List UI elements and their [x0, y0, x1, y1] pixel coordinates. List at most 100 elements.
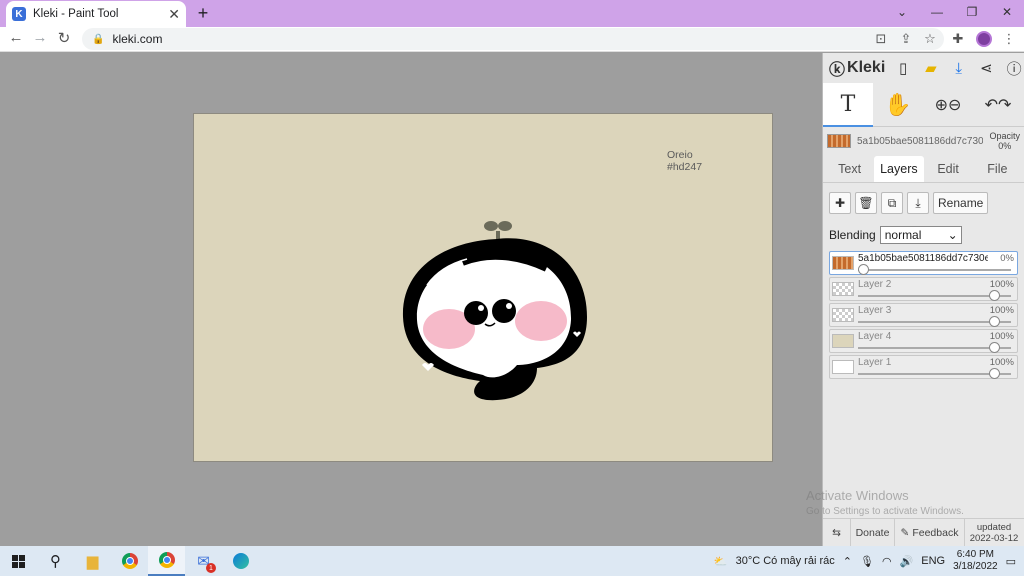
- signature-line2: #hd247: [667, 161, 703, 173]
- layer-list: 5a1b05bae5081186dd7c730e 0% Layer 2 100% Lay…: [823, 251, 1024, 379]
- layer-row[interactable]: Layer 1 100%: [829, 355, 1018, 379]
- drawing-canvas[interactable]: Oreio #hd247: [193, 113, 773, 462]
- layer-opacity-knob[interactable]: [989, 316, 1000, 327]
- layer-row[interactable]: Layer 2 100%: [829, 277, 1018, 301]
- drawing-workspace[interactable]: Oreio #hd247: [0, 53, 822, 546]
- tab-title: Kleki - Paint Tool: [33, 8, 119, 20]
- layer-row[interactable]: Layer 4 100%: [829, 329, 1018, 353]
- swap-side-icon[interactable]: ⇆: [823, 518, 851, 547]
- feedback-label: Feedback: [912, 526, 959, 539]
- tab-close-icon[interactable]: ✕: [168, 6, 180, 23]
- bookmark-star-icon[interactable]: ☆: [922, 31, 938, 47]
- layer-opacity: 0%: [1000, 253, 1014, 264]
- browser-tab-kleki[interactable]: K Kleki - Paint Tool ✕: [6, 1, 186, 27]
- weather-text[interactable]: 30°C Có mây rải rác: [736, 555, 835, 567]
- watermark-title: Activate Windows: [806, 488, 909, 503]
- blending-row: Blending normal ⌄: [823, 223, 1024, 247]
- translate-icon[interactable]: ⊡: [873, 31, 889, 47]
- minimize-button[interactable]: —: [920, 2, 954, 22]
- updated-info[interactable]: updated 2022-03-12: [965, 519, 1023, 547]
- new-tab-button[interactable]: +: [194, 3, 212, 24]
- clock[interactable]: 6:40 PM 3/18/2022: [953, 549, 998, 573]
- mail-badge: 1: [206, 563, 216, 573]
- activate-windows-watermark: Activate Windows Go to Settings to activ…: [806, 488, 964, 520]
- donate-link[interactable]: Donate: [851, 518, 895, 547]
- undo-redo-icon[interactable]: ↶↷: [973, 83, 1023, 127]
- share-icon[interactable]: ⋖: [977, 59, 997, 77]
- volume-icon[interactable]: 🔊: [900, 555, 914, 568]
- close-window-button[interactable]: ✕: [990, 2, 1024, 22]
- help-icon[interactable]: ⓘ: [1004, 58, 1024, 79]
- layer-thumbnail: [832, 308, 854, 322]
- tab-file[interactable]: File: [973, 156, 1022, 182]
- language-indicator[interactable]: ENG: [921, 555, 945, 567]
- network-icon[interactable]: ◠: [882, 555, 892, 568]
- chrome-icon: [158, 552, 175, 568]
- weather-icon: ⛅: [713, 555, 728, 568]
- forward-icon[interactable]: →: [31, 29, 49, 46]
- file-explorer-icon[interactable]: ▆: [74, 546, 111, 576]
- layer-row[interactable]: Layer 3 100%: [829, 303, 1018, 327]
- layer-opacity-slider[interactable]: [858, 269, 1011, 271]
- kleki-logo: ⓚ Kleki: [829, 59, 886, 79]
- text-tool-icon[interactable]: T: [823, 83, 873, 127]
- delete-layer-icon[interactable]: 🗑: [855, 192, 877, 214]
- layer-name: Layer 4: [858, 331, 892, 342]
- chrome-profile-taskbar-icon[interactable]: [148, 546, 185, 576]
- layer-opacity: 100%: [989, 279, 1014, 290]
- profile-avatar[interactable]: [976, 31, 992, 47]
- zoom-icon[interactable]: ⊕⊖: [923, 83, 973, 127]
- new-image-icon[interactable]: ▯: [893, 59, 913, 77]
- tab-edit[interactable]: Edit: [924, 156, 973, 182]
- layer-opacity-knob[interactable]: [858, 264, 869, 275]
- open-folder-icon[interactable]: ▰: [921, 59, 941, 77]
- url-text: kleki.com: [112, 32, 163, 46]
- restore-button[interactable]: ❐: [955, 2, 989, 22]
- opacity-label: Opacity: [989, 131, 1020, 141]
- duplicate-layer-icon[interactable]: ⧉: [881, 192, 903, 214]
- extensions-icon[interactable]: ✚: [950, 31, 966, 47]
- layer-row[interactable]: 5a1b05bae5081186dd7c730e 0%: [829, 251, 1018, 275]
- panel-tabs: Text Layers Edit File: [823, 155, 1024, 183]
- brush-swatch[interactable]: [827, 134, 851, 148]
- search-icon[interactable]: ⚲: [37, 546, 74, 576]
- edge-taskbar-icon[interactable]: [222, 546, 259, 576]
- mail-taskbar-icon[interactable]: ✉ 1: [185, 546, 222, 576]
- start-button[interactable]: [0, 546, 37, 576]
- layer-thumbnail: [832, 360, 854, 374]
- tab-text[interactable]: Text: [825, 156, 874, 182]
- layer-actions: ✚ 🗑 ⧉ ⤓ Rename: [823, 183, 1024, 223]
- chevron-down-icon: ⌄: [947, 228, 958, 242]
- back-icon[interactable]: ←: [7, 29, 25, 46]
- feedback-link[interactable]: ✎ Feedback: [895, 518, 965, 547]
- lock-icon: 🔒: [92, 33, 105, 45]
- merge-down-icon[interactable]: ⤓: [907, 192, 929, 214]
- chrome-taskbar-icon[interactable]: [111, 546, 148, 576]
- tab-layers[interactable]: Layers: [874, 156, 924, 182]
- chevron-up-icon[interactable]: ⌃: [843, 555, 852, 568]
- tab-search-dropdown-icon[interactable]: ⌄: [885, 2, 919, 22]
- layer-name: 5a1b05bae5081186dd7c730e: [858, 253, 988, 264]
- blending-select[interactable]: normal ⌄: [879, 226, 962, 244]
- kleki-favicon-icon: K: [12, 7, 26, 21]
- layer-opacity-knob[interactable]: [989, 342, 1000, 353]
- updated-date: 2022-03-12: [969, 532, 1019, 544]
- blending-label: Blending: [829, 228, 876, 242]
- address-bar[interactable]: 🔒 kleki.com: [82, 28, 944, 50]
- windows-logo-icon: [12, 554, 25, 568]
- reload-icon[interactable]: ↻: [55, 29, 73, 47]
- notification-icon[interactable]: ▭: [1006, 555, 1016, 568]
- layer-name: Layer 3: [858, 305, 892, 316]
- hand-tool-icon[interactable]: ✋: [873, 83, 923, 127]
- opacity-readout[interactable]: Opacity 0%: [989, 131, 1020, 151]
- microphone-icon[interactable]: 🎙: [860, 555, 874, 568]
- download-icon[interactable]: ⤓: [949, 60, 969, 77]
- share-icon[interactable]: ⇪: [898, 31, 914, 47]
- rename-button[interactable]: Rename: [933, 192, 989, 214]
- add-layer-icon[interactable]: ✚: [829, 192, 851, 214]
- layer-opacity-knob[interactable]: [989, 290, 1000, 301]
- chrome-icon: [121, 553, 138, 569]
- menu-kebab-icon[interactable]: ⋮: [1001, 31, 1017, 47]
- brush-row: 5a1b05bae5081186dd7c730e Opacity 0%: [823, 127, 1024, 155]
- layer-opacity-knob[interactable]: [989, 368, 1000, 379]
